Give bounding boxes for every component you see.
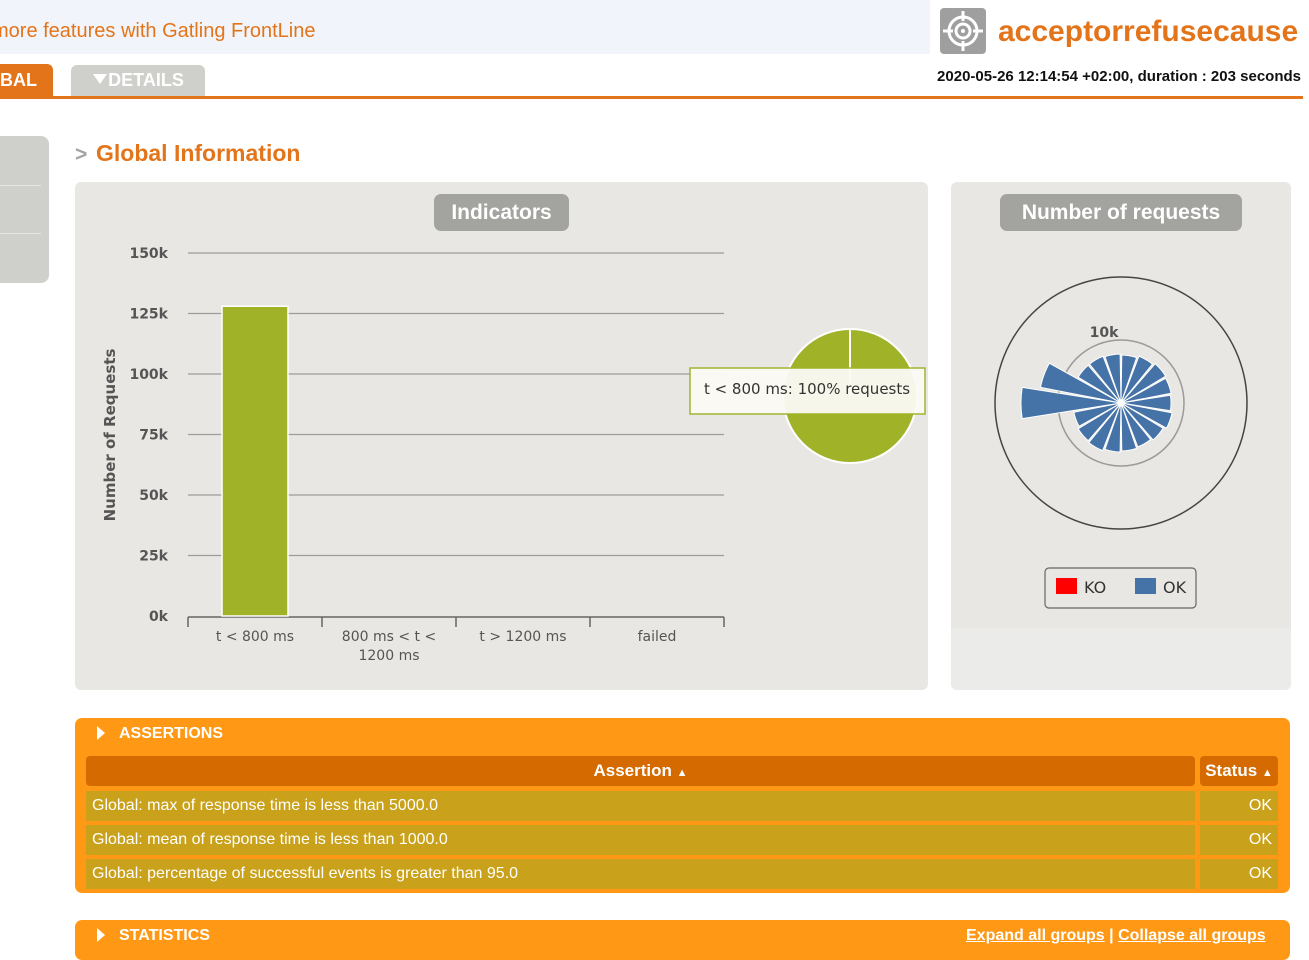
y-tick-label: 150k [129,246,168,262]
indicators-pie-chart: t < 800 ms: 100% requests [689,328,926,464]
legend-label: OK [1163,578,1187,597]
expand-all-groups-link[interactable]: Expand all groups [966,927,1105,944]
y-tick-label: 75k [139,428,168,444]
legend-swatch [1056,578,1077,594]
y-tick-label: 0k [149,609,169,625]
sort-arrows-icon: ▲ [676,767,688,779]
group-links: Expand all groups | Collapse all groups [966,927,1266,945]
y-tick-label: 125k [129,307,168,323]
indicators-bar-chart: 0k 25k 50k 75k 100k 125k 150k t < 800 ms 800 ms … [101,246,725,664]
sort-arrows-icon: ▲ [1261,767,1273,779]
y-tick-label: 50k [139,488,168,504]
status-cell: OK [1200,791,1278,821]
assertions-toggle[interactable]: ASSERTIONS [97,725,223,743]
legend-swatch [1135,578,1156,594]
x-tick-label: t > 1200 ms [479,629,566,645]
x-tick-label: t < 800 ms [216,629,294,645]
collapse-all-groups-link[interactable]: Collapse all groups [1118,927,1266,944]
assertion-cell: Global: max of response time is less tha… [86,791,1195,821]
triangle-right-icon [97,726,105,740]
column-header-label: Assertion [593,761,672,780]
statistics-toggle[interactable]: STATISTICS [97,927,210,945]
y-axis-label: Number of Requests [101,349,119,522]
assertions-header: ASSERTIONS [119,725,224,742]
polar-radial-label: 10k [1090,325,1119,341]
triangle-right-icon [97,928,105,942]
pie-tooltip-text: t < 800 ms: 100% requests [704,380,910,398]
x-tick-label: 800 ms < t <1200 ms [342,629,436,664]
requests-polar-chart: 10k KO OK [994,276,1248,609]
link-separator: | [1109,927,1114,944]
column-header-assertion[interactable]: Assertion ▲ [86,756,1195,786]
statistics-header: STATISTICS [119,927,210,944]
status-cell: OK [1200,825,1278,855]
y-tick-label: 25k [139,549,168,565]
x-tick-label: failed [638,629,677,645]
assertion-cell: Global: percentage of successful events … [86,859,1195,889]
column-header-label: Status [1205,761,1258,780]
status-cell: OK [1200,859,1278,889]
y-tick-label: 100k [129,367,168,383]
legend-label: KO [1084,578,1106,597]
assertion-cell: Global: mean of response time is less th… [86,825,1195,855]
bar [221,305,289,617]
column-header-status[interactable]: Status ▲ [1200,756,1278,786]
